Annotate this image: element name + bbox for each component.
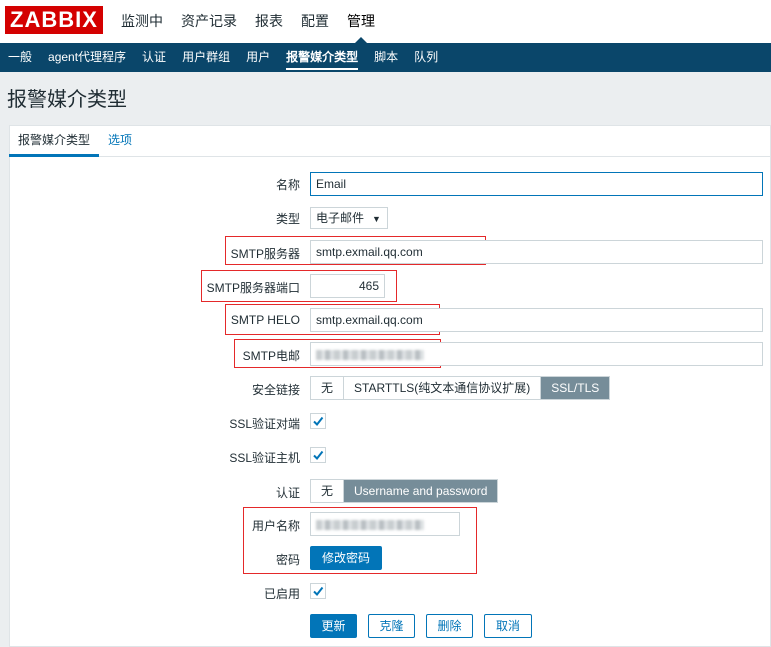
smtp-email-input[interactable] — [310, 342, 763, 366]
clone-button[interactable]: 克隆 — [368, 614, 415, 638]
enabled-label: 已启用 — [263, 587, 300, 601]
ssl-verify-peer-label: SSL验证对端 — [229, 417, 300, 431]
delete-button[interactable]: 删除 — [426, 614, 473, 638]
smtp-server-input[interactable]: smtp.exmail.qq.com — [310, 240, 763, 264]
security-label: 安全链接 — [251, 383, 300, 397]
ssl-verify-host-checkbox[interactable] — [310, 447, 326, 463]
username-label: 用户名称 — [251, 519, 300, 533]
password-label: 密码 — [275, 553, 300, 567]
redacted-username — [316, 519, 424, 530]
cancel-button[interactable]: 取消 — [484, 614, 532, 638]
caret-down-icon: ▼ — [372, 214, 381, 224]
security-starttls[interactable]: STARTTLS(纯文本通信协议扩展) — [344, 377, 542, 399]
ssl-verify-peer-checkbox[interactable] — [310, 413, 326, 429]
submenu-authentication[interactable]: 认证 — [134, 43, 174, 72]
submenu-proxies[interactable]: agent代理程序 — [40, 43, 134, 72]
type-select[interactable]: 电子邮件 ▼ — [310, 207, 388, 229]
change-password-button[interactable]: 修改密码 — [310, 546, 382, 570]
tab-media-type[interactable]: 报警媒介类型 — [9, 125, 100, 157]
smtp-port-input[interactable]: 465 — [310, 274, 385, 298]
menu-reports[interactable]: 报表 — [246, 0, 292, 43]
sub-menu: 一般 agent代理程序 认证 用户群组 用户 报警媒介类型 脚本 队列 — [0, 43, 771, 72]
menu-monitoring[interactable]: 监测中 — [112, 0, 172, 43]
smtp-helo-input[interactable]: smtp.exmail.qq.com — [310, 308, 763, 332]
submenu-user-groups[interactable]: 用户群组 — [174, 43, 238, 72]
type-label: 类型 — [275, 212, 300, 226]
name-label: 名称 — [275, 178, 300, 192]
main-menu: 监测中 资产记录 报表 配置 管理 — [112, 0, 384, 43]
checkmark-icon — [313, 586, 324, 597]
smtp-server-label: SMTP服务器 — [230, 247, 300, 261]
auth-label: 认证 — [275, 486, 300, 500]
submenu-users[interactable]: 用户 — [238, 43, 278, 72]
page-title: 报警媒介类型 — [7, 89, 127, 111]
form-tabs: 报警媒介类型 选项 — [9, 125, 141, 157]
smtp-email-label: SMTP电邮 — [242, 349, 300, 363]
smtp-port-label: SMTP服务器端口 — [206, 281, 300, 295]
submenu-queue[interactable]: 队列 — [406, 43, 446, 72]
enabled-checkbox[interactable] — [310, 583, 326, 599]
security-ssl-tls[interactable]: SSL/TLS — [541, 377, 610, 399]
checkmark-icon — [313, 416, 324, 427]
menu-configuration[interactable]: 配置 — [292, 0, 338, 43]
auth-segmented: 无 Username and password — [310, 479, 499, 503]
smtp-helo-label: SMTP HELO — [230, 313, 300, 327]
tab-options[interactable]: 选项 — [99, 125, 141, 157]
submenu-media-types-label: 报警媒介类型 — [286, 50, 359, 70]
zabbix-logo[interactable]: ZABBIX — [5, 6, 103, 34]
submenu-scripts[interactable]: 脚本 — [366, 43, 406, 72]
top-bar: ZABBIX 监测中 资产记录 报表 配置 管理 — [0, 0, 771, 43]
security-segmented: 无 STARTTLS(纯文本通信协议扩展) SSL/TLS — [310, 376, 611, 400]
security-none[interactable]: 无 — [311, 377, 345, 399]
ssl-verify-host-label: SSL验证主机 — [229, 451, 300, 465]
checkmark-icon — [313, 450, 324, 461]
menu-inventory[interactable]: 资产记录 — [172, 0, 246, 43]
username-input[interactable] — [310, 512, 460, 536]
name-input[interactable]: Email — [310, 172, 763, 196]
redacted-email — [316, 349, 424, 360]
update-button[interactable]: 更新 — [310, 614, 357, 638]
type-select-value: 电子邮件 — [316, 211, 365, 225]
auth-none[interactable]: 无 — [311, 480, 345, 502]
submenu-general[interactable]: 一般 — [0, 43, 40, 72]
auth-username-password[interactable]: Username and password — [344, 480, 498, 502]
menu-administration[interactable]: 管理 — [338, 0, 384, 43]
submenu-media-types[interactable]: 报警媒介类型 — [278, 43, 366, 72]
